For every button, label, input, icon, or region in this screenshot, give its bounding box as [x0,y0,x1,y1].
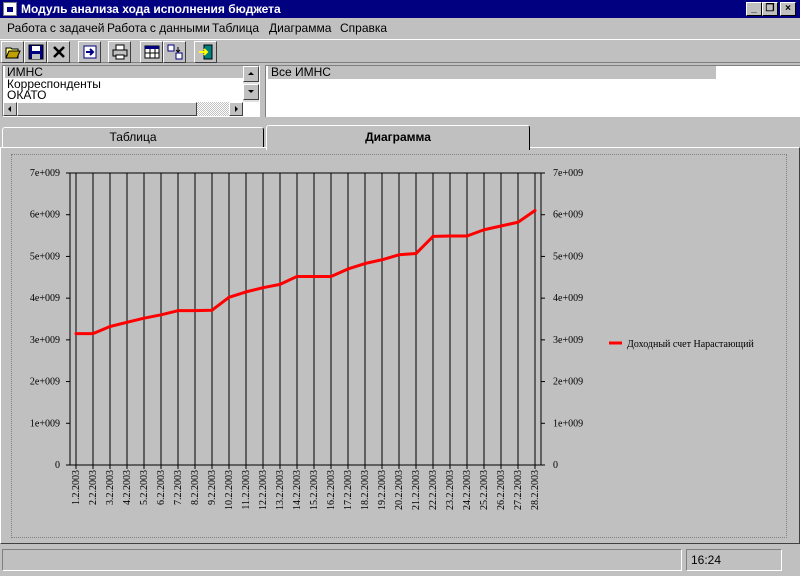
x-tick-label: 9.2.2003 [207,470,218,505]
x-tick-label: 5.2.2003 [139,470,150,505]
y-tick-label: 7e+009 [553,168,583,179]
x-tick-label: 18.2.2003 [360,470,371,510]
data-point [346,267,350,271]
data-point [244,290,248,294]
y-tick-label: 4e+009 [30,293,60,304]
x-tick-label: 14.2.2003 [292,470,303,510]
data-point [295,274,299,278]
x-tick-label: 4.2.2003 [122,470,133,505]
status-time: 16:24 [686,549,782,571]
data-point [108,325,112,329]
x-tick-label: 10.2.2003 [224,470,235,510]
x-tick-label: 11.2.2003 [241,470,252,510]
x-tick-label: 24.2.2003 [462,470,473,510]
data-point [448,234,452,238]
y-tick-label: 1e+009 [30,418,60,429]
x-tick-label: 20.2.2003 [394,470,405,510]
x-tick-label: 17.2.2003 [343,470,354,510]
x-tick-label: 28.2.2003 [530,470,541,510]
data-point [278,282,282,286]
data-point [142,316,146,320]
x-tick-label: 23.2.2003 [445,470,456,510]
x-tick-label: 16.2.2003 [326,470,337,510]
data-point [176,309,180,313]
status-bar: 16:24 [0,548,800,576]
y-tick-label: 1e+009 [553,418,583,429]
data-point [516,220,520,224]
x-tick-label: 15.2.2003 [309,470,320,510]
y-tick-label: 4e+009 [553,293,583,304]
data-point [125,320,129,324]
data-point [533,209,537,213]
x-tick-label: 19.2.2003 [377,470,388,510]
x-tick-label: 7.2.2003 [173,470,184,505]
x-tick-label: 21.2.2003 [411,470,422,510]
data-point [482,228,486,232]
data-point [465,234,469,238]
tab-chart[interactable]: Диаграмма [266,125,530,150]
data-point [363,262,367,266]
x-tick-label: 8.2.2003 [190,470,201,505]
x-tick-label: 26.2.2003 [496,470,507,510]
x-tick-label: 27.2.2003 [513,470,524,510]
data-point [261,286,265,290]
x-tick-label: 1.2.2003 [71,470,82,505]
data-point [380,258,384,262]
data-point [210,308,214,312]
y-tick-label: 6e+009 [30,210,60,221]
y-tick-label: 2e+009 [30,377,60,388]
x-tick-label: 12.2.2003 [258,470,269,510]
x-tick-label: 22.2.2003 [428,470,439,510]
status-message [2,549,682,571]
data-point [193,309,197,313]
data-point [414,252,418,256]
y-tick-label: 5e+009 [553,251,583,262]
y-tick-label: 3e+009 [30,335,60,346]
data-point [431,234,435,238]
y-tick-label: 0 [55,460,60,471]
data-point [499,224,503,228]
data-point [159,313,163,317]
data-point [329,274,333,278]
series-line [76,209,536,336]
data-point [312,274,316,278]
line-chart: 0 0 1e+009 1e+009 2e+009 2e+009 3e+009 3e+009 4e… [30,168,755,510]
y-tick-label: 7e+009 [30,168,60,179]
y-tick-label: 5e+009 [30,251,60,262]
x-tick-label: 13.2.2003 [275,470,286,510]
y-tick-label: 3e+009 [553,335,583,346]
x-tick-label: 6.2.2003 [156,470,167,505]
legend-label: Доходный счет Нарастающий [627,339,754,350]
x-tick-label: 3.2.2003 [105,470,116,505]
y-tick-label: 0 [553,460,558,471]
y-tick-label: 6e+009 [553,210,583,221]
x-tick-label: 2.2.2003 [88,470,99,505]
data-point [91,332,95,336]
data-point [74,332,78,336]
x-tick-label: 25.2.2003 [479,470,490,510]
y-tick-label: 2e+009 [553,377,583,388]
data-point [227,295,231,299]
data-point [397,253,401,257]
